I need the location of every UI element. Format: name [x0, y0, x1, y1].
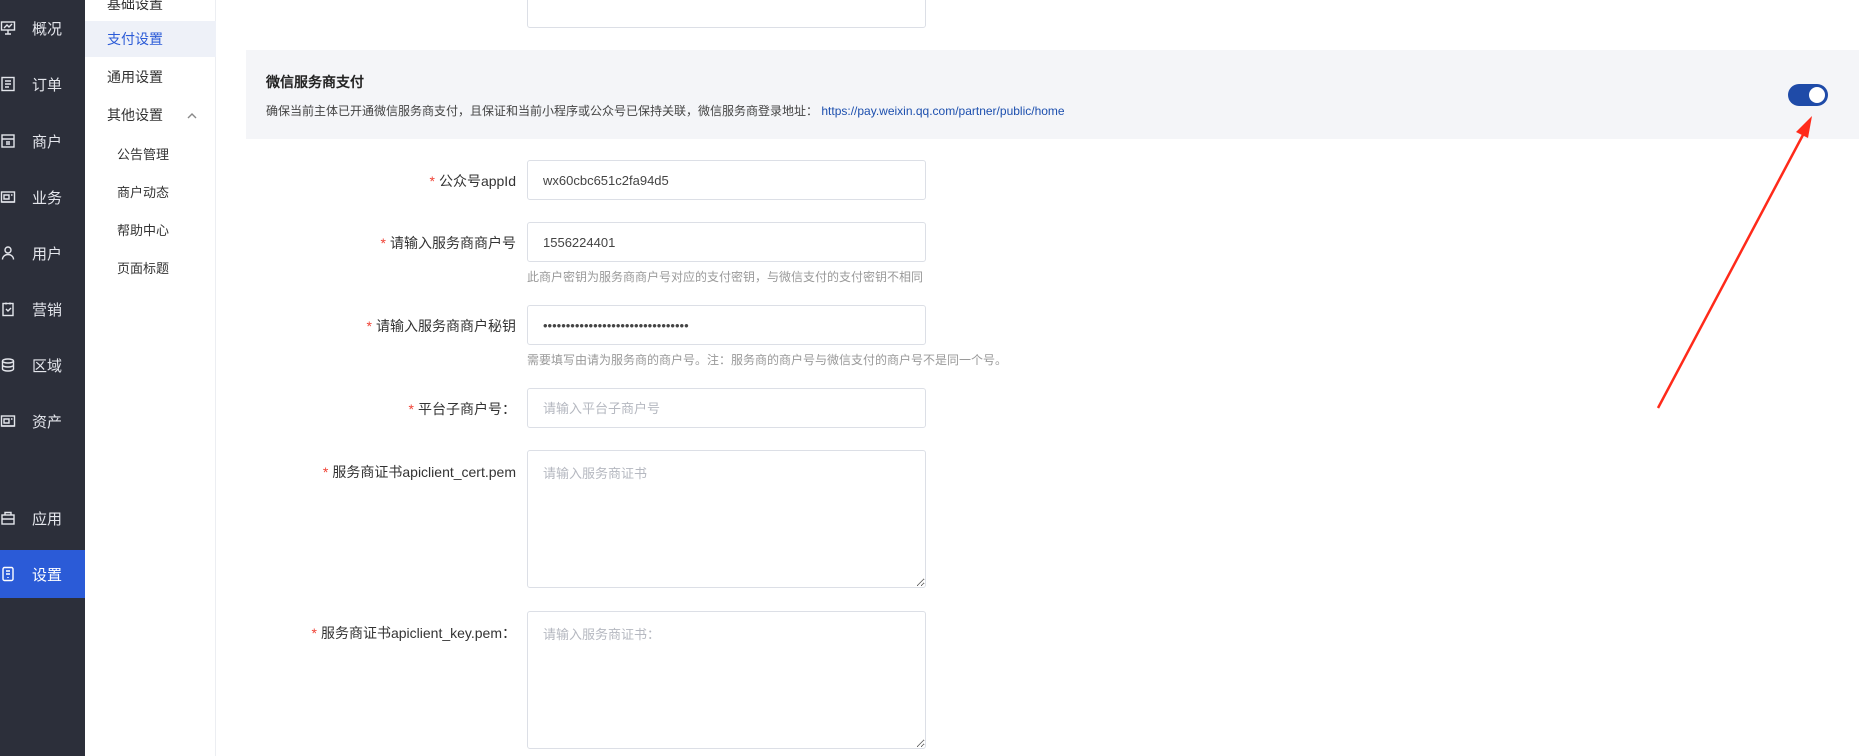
order-list-icon — [0, 74, 20, 94]
subnav-item-announcements[interactable]: 公告管理 — [85, 135, 216, 171]
merchant-id-input[interactable] — [527, 222, 926, 262]
subnav-item-label: 支付设置 — [107, 31, 163, 47]
subnav-item-basic[interactable]: 基础设置 — [85, 0, 216, 22]
wechat-service-pay-toggle[interactable] — [1788, 84, 1828, 106]
merchant-key-label-text: 请输入服务商商户秘钥 — [376, 318, 516, 334]
user-icon — [0, 243, 20, 263]
subnav-item-merchant-news[interactable]: 商户动态 — [85, 173, 216, 209]
merchant-key-input[interactable] — [527, 305, 926, 345]
required-asterisk: * — [311, 625, 317, 641]
sidebar-item-overview[interactable]: 概况 — [0, 4, 85, 52]
subnav-item-label: 其他设置 — [107, 107, 163, 123]
cert-textarea[interactable] — [527, 450, 926, 588]
sidebar-item-users[interactable]: 用户 — [0, 229, 85, 277]
cert-label: * 服务商证书apiclient_cert.pem — [216, 462, 516, 482]
sidebar-item-label: 资产 — [32, 413, 63, 431]
chevron-up-icon — [186, 109, 198, 121]
sidebar-item-label: 区域 — [32, 357, 63, 375]
wallet-icon — [0, 411, 20, 431]
toggle-knob — [1809, 87, 1825, 103]
sidebar-item-label: 商户 — [32, 133, 63, 151]
subnav-item-payment[interactable]: 支付设置 — [85, 21, 216, 57]
required-asterisk: * — [380, 235, 386, 251]
sidebar-item-marketing[interactable]: 营销 — [0, 285, 85, 333]
sidebar-item-orders[interactable]: 订单 — [0, 60, 85, 108]
subnav-item-label: 公告管理 — [117, 146, 170, 162]
required-asterisk: * — [366, 318, 372, 334]
briefcase-icon — [0, 187, 20, 207]
key-label: * 服务商证书apiclient_key.pem： — [216, 623, 516, 643]
app-root: 概况 订单 商户 业务 用户 营销 区域 资产 应用 设置 基础设置 支付设置 … — [0, 0, 1859, 756]
payment-settings-form: 微信服务商支付 确保当前主体已开通微信服务商支付，且保证和当前小程序或公众号已保… — [216, 0, 1859, 756]
merchant-id-hint: 此商户密钥为服务商商户号对应的支付密钥，与微信支付的支付密钥不相同 — [527, 270, 924, 284]
sidebar-item-settings[interactable]: 设置 — [0, 550, 85, 598]
wechat-partner-login-link[interactable]: https://pay.weixin.qq.com/partner/public… — [821, 104, 1064, 118]
banner-description: 确保当前主体已开通微信服务商支付，且保证和当前小程序或公众号已保持关联，微信服务… — [266, 102, 1065, 119]
cert-label-text: 服务商证书apiclient_cert.pem — [332, 464, 516, 480]
subnav-item-general[interactable]: 通用设置 — [85, 59, 216, 95]
key-textarea[interactable] — [527, 611, 926, 749]
required-asterisk: * — [408, 401, 414, 417]
sidebar-item-label: 订单 — [32, 76, 63, 94]
sub-merchant-label-text: 平台子商户号： — [418, 401, 516, 417]
sidebar-item-regions[interactable]: 区域 — [0, 341, 85, 389]
sub-merchant-label: * 平台子商户号： — [216, 399, 516, 419]
shop-icon — [0, 131, 20, 151]
subnav-item-page-title[interactable]: 页面标题 — [85, 249, 216, 285]
settings-subnav: 基础设置 支付设置 通用设置 其他设置 公告管理 商户动态 帮助中心 页面标题 — [85, 0, 216, 756]
sidebar-item-label: 设置 — [32, 566, 63, 584]
appid-label: * 公众号appId — [216, 171, 517, 191]
sidebar-item-label: 用户 — [32, 245, 63, 263]
merchant-key-label: * 请输入服务商商户秘钥 — [216, 316, 516, 336]
banner-title: 微信服务商支付 — [266, 74, 364, 90]
subnav-item-label: 通用设置 — [107, 69, 163, 85]
banner-description-text: 确保当前主体已开通微信服务商支付，且保证和当前小程序或公众号已保持关联，微信服务… — [266, 104, 819, 118]
sidebar-item-label: 应用 — [32, 510, 63, 528]
sidebar-item-business[interactable]: 业务 — [0, 173, 85, 221]
subnav-item-other[interactable]: 其他设置 — [85, 97, 216, 133]
subnav-item-label: 商户动态 — [117, 184, 170, 200]
merchant-id-label-text: 请输入服务商商户号 — [390, 235, 516, 251]
sidebar-item-label: 业务 — [32, 189, 63, 207]
subnav-item-label: 帮助中心 — [117, 222, 170, 238]
appid-input[interactable] — [527, 160, 926, 200]
sidebar-item-label: 营销 — [32, 301, 63, 319]
merchant-id-label: * 请输入服务商商户号 — [216, 233, 516, 253]
marketing-icon — [0, 299, 20, 319]
required-asterisk: * — [429, 173, 435, 189]
sidebar-item-apps[interactable]: 应用 — [0, 494, 85, 542]
key-label-text: 服务商证书apiclient_key.pem： — [320, 625, 516, 641]
subnav-item-label: 页面标题 — [117, 260, 170, 276]
sub-merchant-input[interactable] — [527, 388, 926, 428]
required-asterisk: * — [322, 464, 329, 480]
merchant-key-hint: 需要填写由请为服务商的商户号。注：服务商的商户号与微信支付的商户号不是同一个号。 — [527, 353, 1008, 367]
sidebar-item-assets[interactable]: 资产 — [0, 397, 85, 445]
settings-icon — [0, 564, 20, 584]
subnav-item-help-center[interactable]: 帮助中心 — [85, 211, 216, 247]
subnav-item-label: 基础设置 — [107, 0, 163, 12]
chart-board-icon — [0, 18, 20, 38]
main-sidebar: 概况 订单 商户 业务 用户 营销 区域 资产 应用 设置 — [0, 0, 85, 756]
app-bag-icon — [0, 508, 20, 528]
sidebar-item-label: 概况 — [32, 20, 63, 38]
previous-textarea[interactable] — [527, 0, 926, 28]
wechat-service-pay-banner: 微信服务商支付 确保当前主体已开通微信服务商支付，且保证和当前小程序或公众号已保… — [246, 50, 1859, 139]
database-icon — [0, 355, 20, 375]
sidebar-item-merchants[interactable]: 商户 — [0, 117, 85, 165]
appid-label-text: 公众号appId — [438, 173, 516, 189]
